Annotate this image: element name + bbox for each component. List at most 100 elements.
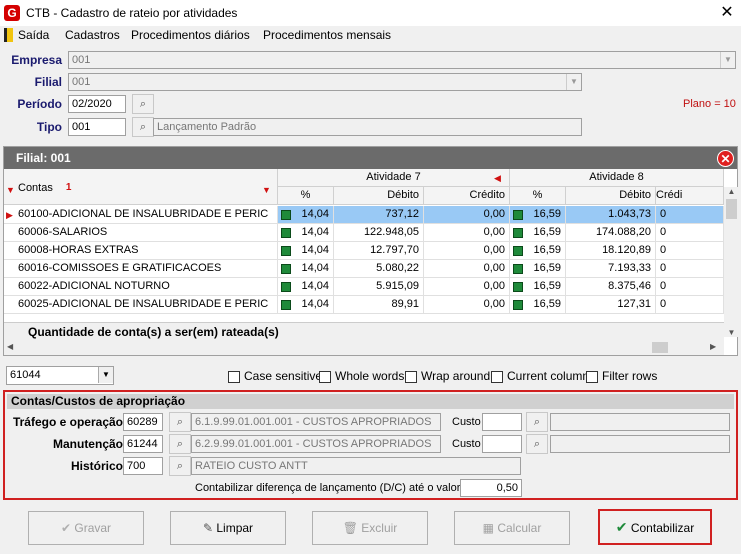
green-status-icon — [513, 228, 523, 238]
custo-input-2[interactable] — [482, 435, 522, 453]
custo-lookup-binoculars-icon[interactable]: ⌕ — [526, 434, 548, 454]
manutencao-lookup-binoculars-icon[interactable]: ⌕ — [169, 434, 191, 454]
table-row[interactable]: 60008-HORAS EXTRAS 14,04 12.797,70 0,00 16,5… — [4, 242, 724, 260]
empresa-select[interactable]: 001 ▼ — [68, 51, 736, 69]
green-status-icon — [281, 300, 291, 310]
table-row[interactable]: ▶ 60100-ADICIONAL DE INSALUBRIDADE E PERI… — [4, 206, 724, 224]
cell-d8[interactable]: 8.375,46 — [566, 278, 656, 296]
cell-conta[interactable]: 60025-ADICIONAL DE INSALUBRIDADE E PERIC — [4, 296, 278, 314]
trafego-code-input[interactable]: 60289 — [123, 413, 163, 431]
search-value: 61044 — [10, 369, 41, 381]
current-column-checkbox[interactable]: Current column — [491, 369, 589, 383]
cell-d7[interactable]: 737,12 — [334, 206, 424, 224]
chevron-down-icon[interactable]: ▼ — [98, 367, 113, 383]
custo-lookup-binoculars-icon[interactable]: ⌕ — [526, 412, 548, 432]
cell-c8[interactable]: 0 — [656, 260, 724, 278]
cell-conta[interactable]: 60016-COMISSOES E GRATIFICACOES — [4, 260, 278, 278]
row-indicator-icon: ▶ — [6, 210, 13, 220]
cell-conta[interactable]: 60100-ADICIONAL DE INSALUBRIDADE E PERIC — [4, 206, 278, 224]
sort-index: 1 — [65, 182, 72, 193]
cell-c8[interactable]: 0 — [656, 206, 724, 224]
cell-c8[interactable]: 0 — [656, 296, 724, 314]
cell-d7[interactable]: 5.080,22 — [334, 260, 424, 278]
cell-conta[interactable]: 60006-SALARIOS — [4, 224, 278, 242]
title-bar: G CTB - Cadastro de rateio por atividade… — [0, 0, 741, 26]
cell-conta[interactable]: 60022-ADICIONAL NOTURNO — [4, 278, 278, 296]
cell-d7[interactable]: 5.915,09 — [334, 278, 424, 296]
cell-c8[interactable]: 0 — [656, 242, 724, 260]
green-status-icon — [513, 210, 523, 220]
historico-lookup-binoculars-icon[interactable]: ⌕ — [169, 456, 191, 476]
calcular-button[interactable]: ▦ Calcular — [454, 511, 570, 545]
cell-c8[interactable]: 0 — [656, 278, 724, 296]
cell-d8[interactable]: 127,31 — [566, 296, 656, 314]
excluir-button[interactable]: 🗑 Excluir — [312, 511, 428, 545]
case-sensitive-checkbox[interactable]: Case sensitive — [228, 369, 322, 383]
wrap-around-checkbox[interactable]: Wrap around — [405, 369, 490, 383]
cell-c7[interactable]: 0,00 — [424, 242, 510, 260]
close-window-icon[interactable]: ✕ — [716, 2, 738, 24]
search-combo[interactable]: 61044 ▼ — [6, 366, 114, 385]
grid-close-icon[interactable]: ✕ — [717, 150, 734, 167]
gravar-button[interactable]: ✔ Gravar — [28, 511, 144, 545]
cell-d8[interactable]: 1.043,73 — [566, 206, 656, 224]
col-pct-7[interactable]: % — [278, 187, 334, 205]
cell-d7[interactable]: 89,91 — [334, 296, 424, 314]
diferenca-input[interactable]: 0,50 — [460, 479, 522, 497]
filter-rows-checkbox[interactable]: Filter rows — [586, 369, 657, 383]
periodo-lookup-binoculars-icon[interactable]: ⌕ — [132, 94, 154, 114]
cell-d8[interactable]: 7.193,33 — [566, 260, 656, 278]
cell-c7[interactable]: 0,00 — [424, 296, 510, 314]
table-row[interactable]: 60016-COMISSOES E GRATIFICACOES 14,04 5.08… — [4, 260, 724, 278]
sort-arrow-icon: ▼ — [6, 185, 15, 195]
tipo-input[interactable]: 001 — [68, 118, 126, 136]
cell-c7[interactable]: 0,00 — [424, 206, 510, 224]
grid-horizontal-scrollbar[interactable]: ◀ ▶ — [4, 340, 724, 355]
custo-input-1[interactable] — [482, 413, 522, 431]
nav-left-arrow-icon[interactable]: ◀ — [494, 173, 501, 184]
cell-conta[interactable]: 60008-HORAS EXTRAS — [4, 242, 278, 260]
whole-words-checkbox[interactable]: Whole words — [319, 369, 404, 383]
periodo-input[interactable]: 02/2020 — [68, 95, 126, 113]
chevron-down-icon[interactable]: ▼ — [566, 74, 581, 90]
manutencao-label: Manutenção — [52, 437, 123, 451]
menu-procedimentos-diarios[interactable]: Procedimentos diários — [131, 28, 250, 42]
cell-d7[interactable]: 122.948,05 — [334, 224, 424, 242]
col-credito-8[interactable]: Crédi — [656, 187, 724, 205]
column-atividade-7: Atividade 7 — [278, 169, 510, 187]
table-row[interactable]: 60025-ADICIONAL DE INSALUBRIDADE E PERIC… — [4, 296, 724, 314]
trafego-label: Tráfego e operação — [12, 415, 123, 429]
limpar-button[interactable]: ✎ Limpar — [170, 511, 286, 545]
green-status-icon — [281, 282, 291, 292]
filter-arrow-icon[interactable]: ▼ — [262, 185, 271, 195]
tipo-description: Lançamento Padrão — [153, 118, 582, 136]
cell-c7[interactable]: 0,00 — [424, 224, 510, 242]
historico-code-input[interactable]: 700 — [123, 457, 163, 475]
trafego-lookup-binoculars-icon[interactable]: ⌕ — [169, 412, 191, 432]
custo-description-2 — [550, 435, 730, 453]
col-credito-7[interactable]: Crédito — [424, 187, 510, 205]
chevron-down-icon[interactable]: ▼ — [720, 52, 735, 68]
column-contas[interactable]: Contas 1 — [4, 169, 278, 205]
filial-select[interactable]: 001 ▼ — [68, 73, 582, 91]
contabilizar-button[interactable]: ✔ Contabilizar — [598, 509, 712, 545]
cell-c8[interactable]: 0 — [656, 224, 724, 242]
tipo-lookup-binoculars-icon[interactable]: ⌕ — [132, 117, 154, 137]
menu-cadastros[interactable]: Cadastros — [65, 28, 120, 42]
col-debito-8[interactable]: Débito — [566, 187, 656, 205]
col-debito-7[interactable]: Débito — [334, 187, 424, 205]
cell-d7[interactable]: 12.797,70 — [334, 242, 424, 260]
menu-saida[interactable]: Saída — [18, 28, 49, 42]
cell-d8[interactable]: 18.120,89 — [566, 242, 656, 260]
table-row[interactable]: 60006-SALARIOS 14,04 122.948,05 0,00 16,59 17… — [4, 224, 724, 242]
col-pct-8[interactable]: % — [510, 187, 566, 205]
cell-c7[interactable]: 0,00 — [424, 278, 510, 296]
grid-vertical-scrollbar[interactable]: ▲ ▼ — [724, 187, 739, 337]
cell-c7[interactable]: 0,00 — [424, 260, 510, 278]
rateio-grid: Filial: 001 ✕ Contas 1 ▼ ▼ Atividade 7 ◀… — [3, 146, 739, 356]
green-status-icon — [281, 246, 291, 256]
cell-d8[interactable]: 174.088,20 — [566, 224, 656, 242]
table-row[interactable]: 60022-ADICIONAL NOTURNO 14,04 5.915,09 0,00… — [4, 278, 724, 296]
manutencao-code-input[interactable]: 61244 — [123, 435, 163, 453]
menu-procedimentos-mensais[interactable]: Procedimentos mensais — [263, 28, 391, 42]
